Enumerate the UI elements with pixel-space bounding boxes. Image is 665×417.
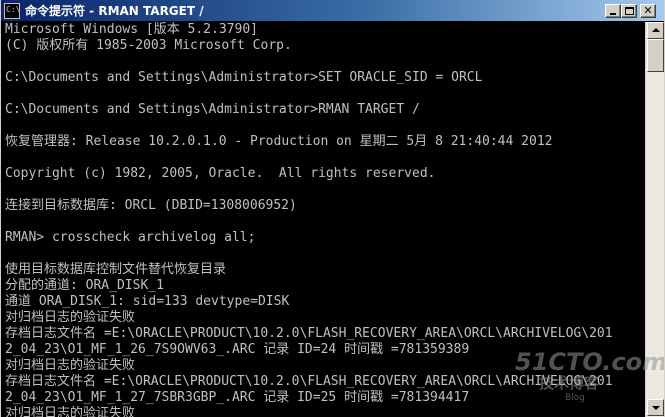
console-output[interactable]: Microsoft Windows [版本 5.2.3790] (C) 版权所有 …: [2, 22, 645, 417]
console-line: 通道 ORA_DISK_1: sid=133 devtype=DISK: [5, 294, 290, 309]
arrow-down-icon: [652, 406, 660, 410]
console-line: 连接到目标数据库: ORCL (DBID=1308006952): [5, 198, 297, 213]
console-line: C:\Documents and Settings\Administrator>…: [5, 102, 420, 117]
scroll-thumb[interactable]: [647, 39, 664, 72]
maximize-button[interactable]: [621, 4, 637, 18]
window-title: 命令提示符 - RMAN TARGET /: [25, 4, 204, 18]
arrow-up-icon: [652, 28, 660, 32]
close-button[interactable]: ✕: [640, 4, 656, 18]
console-line: C:\Documents and Settings\Administrator>…: [5, 70, 483, 85]
close-icon: ✕: [643, 4, 653, 17]
vertical-scrollbar[interactable]: [645, 22, 664, 417]
cmd-icon[interactable]: C:\: [4, 3, 20, 19]
console-line: 恢复管理器: Release 10.2.0.1.0 - Production o…: [5, 134, 553, 149]
console-line: 分配的通道: ORA_DISK_1: [5, 278, 164, 293]
console-line: 存档日志文件名 =E:\ORACLE\PRODUCT\10.2.0\FLASH_…: [5, 374, 613, 389]
command-prompt-window: C:\ 命令提示符 - RMAN TARGET / ✕ Microsoft Wi…: [0, 0, 665, 417]
console-line: 使用目标数据库控制文件替代恢复目录: [5, 262, 227, 277]
console-line: 对归档日志的验证失败: [5, 310, 136, 325]
console-lines: Microsoft Windows [版本 5.2.3790] (C) 版权所有 …: [5, 22, 645, 417]
console-line: 对归档日志的验证失败: [5, 406, 136, 417]
scroll-down-button[interactable]: [647, 399, 664, 416]
scroll-up-button[interactable]: [647, 22, 664, 39]
console-line: RMAN> crosscheck archivelog all;: [5, 230, 256, 245]
title-bar[interactable]: C:\ 命令提示符 - RMAN TARGET / ✕: [1, 0, 664, 22]
console-line: Microsoft Windows [版本 5.2.3790]: [5, 22, 258, 37]
console-line: 存档日志文件名 =E:\ORACLE\PRODUCT\10.2.0\FLASH_…: [5, 326, 613, 341]
maximize-icon: [625, 7, 634, 15]
console-line: Copyright (c) 1982, 2005, Oracle. All ri…: [5, 166, 436, 181]
console-line: 2_04_23\O1_MF_1_26_7S9OWV63_.ARC 记录 ID=2…: [5, 342, 470, 357]
minimize-icon: [610, 13, 616, 15]
minimize-button[interactable]: [605, 4, 621, 18]
console-line: (C) 版权所有 1985-2003 Microsoft Corp.: [5, 38, 292, 53]
console-line: 对归档日志的验证失败: [5, 358, 136, 373]
console-line: 2_04_23\O1_MF_1_27_7SBR3GBP_.ARC 记录 ID=2…: [5, 390, 470, 405]
